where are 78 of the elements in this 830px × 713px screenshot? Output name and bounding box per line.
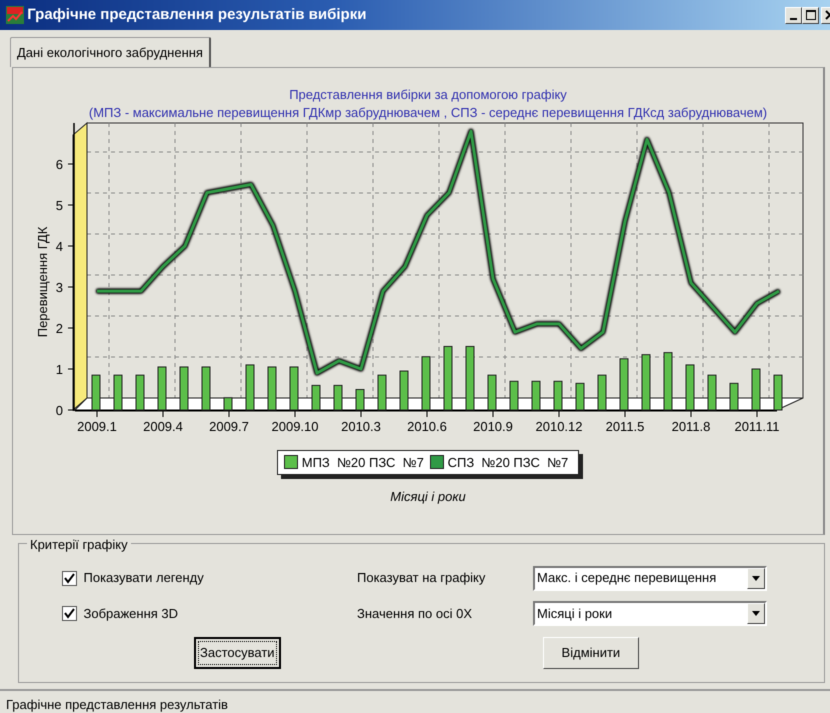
axis-tick-label: 6 xyxy=(56,156,63,172)
bar xyxy=(224,396,232,410)
bar xyxy=(532,380,540,410)
bar xyxy=(356,388,364,410)
bar xyxy=(620,358,628,410)
bar xyxy=(334,384,342,410)
field-label: Значення по осі 0X xyxy=(357,604,474,623)
axis-tick-label: 0 xyxy=(56,402,63,418)
axis-tick-label: 2010.12 xyxy=(536,418,582,434)
bar xyxy=(378,374,386,410)
app-icon xyxy=(6,6,24,24)
bar xyxy=(708,374,716,410)
field-label: Показуват на графіку xyxy=(357,569,486,588)
maximize-icon xyxy=(806,10,816,20)
axis-title: Місяці і роки xyxy=(390,488,466,506)
bar xyxy=(246,364,254,410)
bar xyxy=(488,374,496,410)
bar xyxy=(422,356,430,410)
bar xyxy=(730,382,738,410)
axis-tick-label: 1 xyxy=(56,362,63,376)
bar xyxy=(686,364,694,410)
caret-icon xyxy=(752,611,760,616)
dropdown[interactable]: Місяці і роки xyxy=(533,601,767,626)
axis-tick-label: 2009.10 xyxy=(272,418,318,434)
checkbox-label: Зображення 3D xyxy=(84,604,178,623)
status-bar: Графічне представлення результатів xyxy=(0,688,830,713)
chart-subtitle: (МПЗ - максимальне перевищення ГДКмр забруднювачем , СПЗ - середнє перевищення ГДКсд забруднювачем) xyxy=(88,104,768,122)
chart-title: Представлення вибірки за допомогою графіку xyxy=(289,86,567,104)
button[interactable]: Відмінити xyxy=(542,636,640,668)
legend-label: МПЗ №20 ПЗС №7 xyxy=(302,454,424,472)
axis-title: Перевищення ГДК xyxy=(35,226,50,337)
bar xyxy=(400,370,408,410)
minimize-icon xyxy=(790,18,797,20)
axis-tick-label: 2011.8 xyxy=(672,418,710,434)
axis-tick-label: 2010.9 xyxy=(473,418,513,434)
axis-tick-label: 2009.4 xyxy=(143,418,183,434)
bar xyxy=(312,384,320,410)
bar xyxy=(554,380,562,410)
checkbox-label: Показувати легенду xyxy=(84,569,204,588)
caret-icon xyxy=(752,576,760,580)
bar xyxy=(158,366,166,410)
axis-tick-label: 2011.5 xyxy=(606,418,644,434)
dropdown-button[interactable] xyxy=(747,603,765,624)
axis-tick-label: 5 xyxy=(56,198,63,212)
tab[interactable]: Дані екологічного забруднення xyxy=(10,37,211,66)
bar xyxy=(774,374,782,410)
bar xyxy=(642,354,650,410)
dropdown-button[interactable] xyxy=(747,568,765,588)
axis-tick-label: 2010.3 xyxy=(341,418,381,434)
bar xyxy=(180,366,188,410)
legend-label: СПЗ №20 ПЗС №7 xyxy=(448,454,568,472)
bar xyxy=(576,382,584,410)
bar xyxy=(444,345,452,410)
bar xyxy=(752,368,760,410)
dropdown[interactable]: Макс. і середнє перевищення xyxy=(533,566,767,590)
axis-tick-label: 2 xyxy=(56,320,63,336)
minimize-button[interactable] xyxy=(785,6,802,24)
maximize-button[interactable] xyxy=(802,6,819,24)
bar xyxy=(268,366,276,410)
button[interactable]: Застосувати xyxy=(194,636,281,668)
bar xyxy=(92,374,100,410)
bar xyxy=(114,374,122,410)
bar xyxy=(136,374,144,410)
checkbox[interactable] xyxy=(62,606,77,621)
axis-tick-label: 4 xyxy=(56,238,63,254)
bar xyxy=(664,352,672,410)
bar xyxy=(202,366,210,410)
axis-tick-label: 2011.11 xyxy=(734,418,780,434)
bar xyxy=(466,345,474,410)
axis-tick-label: 2009.1 xyxy=(77,418,117,434)
axis-tick-label: 2010.6 xyxy=(407,418,447,434)
bar xyxy=(290,366,298,410)
window-title: Графічне представлення результатів вибірки xyxy=(27,4,368,25)
checkbox[interactable] xyxy=(62,570,77,586)
bar xyxy=(598,374,606,410)
bar xyxy=(510,380,518,410)
axis-tick-label: 3 xyxy=(56,280,63,294)
axis-tick-label: 2009.7 xyxy=(209,418,249,434)
